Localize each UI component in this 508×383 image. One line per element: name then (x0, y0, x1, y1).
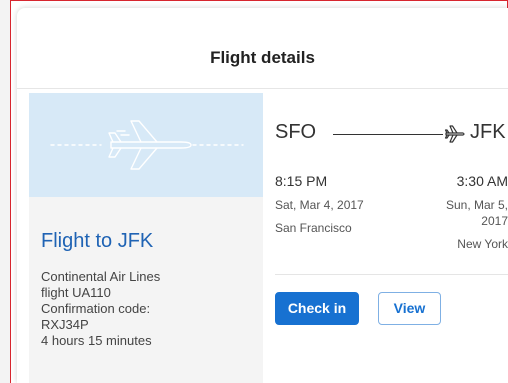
route-header: SFO JFK (275, 121, 508, 147)
route-line (333, 134, 443, 135)
flight-title: Flight to JFK (41, 230, 154, 252)
arrival-city: New York (457, 237, 508, 251)
card-header: Flight details (17, 8, 508, 89)
confirmation-code: RXJ34P (41, 317, 89, 332)
flight-summary-panel: Flight to JFK Continental Air Lines flig… (29, 93, 263, 383)
departure-city: San Francisco (275, 221, 352, 235)
flight-info: Continental Air Lines flight UA110 Confi… (41, 269, 251, 349)
view-button[interactable]: View (378, 292, 441, 325)
departure-time: 8:15 PM (275, 173, 328, 189)
flight-duration: 4 hours 15 minutes (41, 333, 152, 348)
flight-number: flight UA110 (41, 285, 111, 300)
flight-itinerary-panel: SFO JFK 8:15 PM 3:30 AM Sat, Mar 4, 2017… (263, 93, 508, 383)
flight-details-card: Flight details Flight to JFK Continental… (17, 8, 508, 383)
airplane-illustration-icon (50, 120, 244, 170)
check-in-button[interactable]: Check in (275, 292, 359, 325)
airplane-icon (444, 125, 465, 143)
flight-hero-image (29, 93, 263, 197)
departure-date: Sat, Mar 4, 2017 (275, 198, 364, 212)
confirmation-label: Confirmation code: (41, 301, 151, 316)
arrival-date: Sun, Mar 5, 2017 (445, 198, 508, 228)
page-title: Flight details (210, 48, 315, 67)
divider (275, 274, 508, 275)
airline-name: Continental Air Lines (41, 269, 161, 284)
origin-airport: SFO (275, 121, 317, 143)
arrival-time: 3:30 AM (456, 173, 508, 189)
destination-airport: JFK (470, 121, 506, 143)
